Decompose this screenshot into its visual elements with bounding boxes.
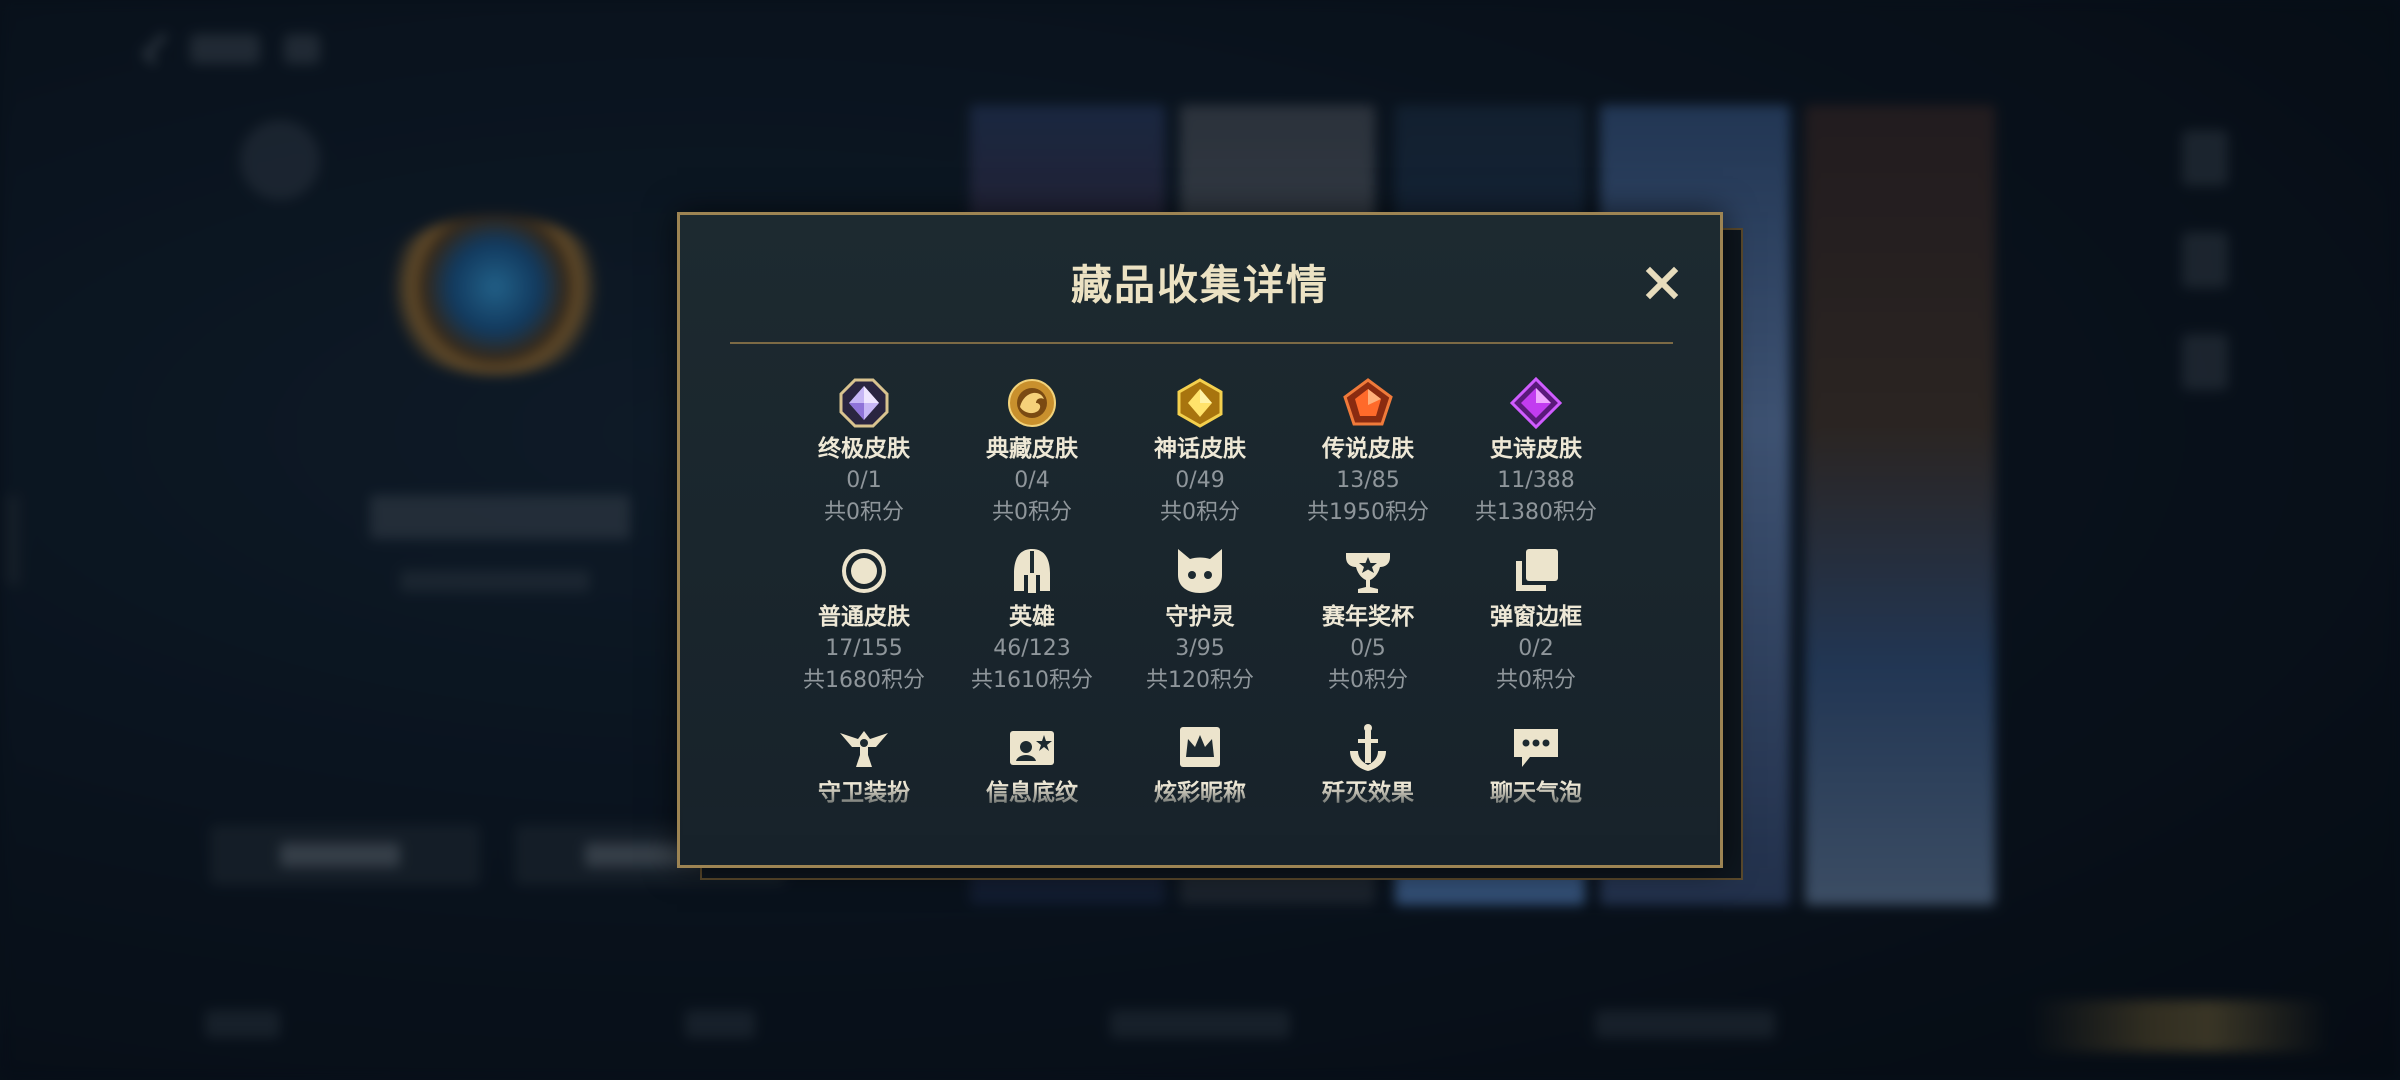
category-standard-skins[interactable]: 普通皮肤 17/155 共1680积分 (780, 543, 948, 697)
category-label: 史诗皮肤 (1490, 436, 1582, 462)
category-label: 守卫装扮 (818, 780, 910, 806)
category-label: 守护灵 (1165, 604, 1235, 630)
category-popup-frames[interactable]: 弹窗边框 0/2 共0积分 (1452, 543, 1620, 697)
ring-icon (836, 543, 892, 599)
category-chat-bubbles[interactable]: 聊天气泡 (1452, 719, 1620, 809)
category-points: 共1380积分 (1475, 500, 1597, 525)
category-guardians[interactable]: 守护灵 3/95 共120积分 (1116, 543, 1284, 697)
category-count: 0/5 (1350, 636, 1386, 661)
close-icon (1645, 266, 1679, 300)
category-count: 0/1 (846, 468, 882, 493)
category-elimination-effects[interactable]: 歼灭效果 (1284, 719, 1452, 809)
orange-pentagon-gem-icon (1340, 375, 1396, 431)
sword-icon (1340, 719, 1396, 775)
close-button[interactable] (1640, 261, 1684, 305)
cat-head-icon (1172, 543, 1228, 599)
collection-grid: 终极皮肤 0/1 共0积分 典藏皮肤 0/4 共0积分 神话皮肤 0/49 共0… (780, 375, 1620, 809)
category-info-banners[interactable]: 信息底纹 (948, 719, 1116, 809)
category-ward-skins[interactable]: 守卫装扮 (780, 719, 948, 809)
category-points: 共120积分 (1146, 668, 1254, 693)
category-legendary-skins[interactable]: 传说皮肤 13/85 共1950积分 (1284, 375, 1452, 529)
category-prestige-skins[interactable]: 典藏皮肤 0/4 共0积分 (948, 375, 1116, 529)
category-points: 共1680积分 (803, 668, 925, 693)
screen: 藏品收集详情 终极皮肤 0/1 共0积分 典藏皮肤 0/4 共0积分 神话皮肤 … (0, 0, 2400, 1080)
category-label: 信息底纹 (986, 780, 1078, 806)
category-season-trophies[interactable]: 赛年奖杯 0/5 共0积分 (1284, 543, 1452, 697)
category-count: 11/388 (1497, 468, 1575, 493)
category-epic-skins[interactable]: 史诗皮肤 11/388 共1380积分 (1452, 375, 1620, 529)
category-label: 炫彩昵称 (1154, 780, 1246, 806)
helmet-icon (1004, 543, 1060, 599)
category-label: 弹窗边框 (1490, 604, 1582, 630)
category-count: 3/95 (1175, 636, 1225, 661)
category-count: 0/49 (1175, 468, 1225, 493)
category-count: 0/2 (1518, 636, 1554, 661)
category-points: 共1950积分 (1307, 500, 1429, 525)
category-label: 英雄 (1009, 604, 1055, 630)
category-count: 17/155 (825, 636, 903, 661)
category-label: 典藏皮肤 (986, 436, 1078, 462)
ward-icon (836, 719, 892, 775)
crown-card-icon (1172, 719, 1228, 775)
category-label: 神话皮肤 (1154, 436, 1246, 462)
category-colorful-nicknames[interactable]: 炫彩昵称 (1116, 719, 1284, 809)
stacked-frames-icon (1508, 543, 1564, 599)
chat-bubble-icon (1508, 719, 1564, 775)
category-points: 共0积分 (1496, 668, 1576, 693)
trophy-icon (1340, 543, 1396, 599)
category-label: 终极皮肤 (818, 436, 910, 462)
dragon-medallion-icon (1004, 375, 1060, 431)
title-divider (730, 342, 1673, 344)
category-points: 共0积分 (1328, 668, 1408, 693)
category-count: 13/85 (1336, 468, 1400, 493)
category-count: 0/4 (1014, 468, 1050, 493)
category-label: 聊天气泡 (1490, 780, 1582, 806)
id-card-icon (1004, 719, 1060, 775)
category-ultimate-skins[interactable]: 终极皮肤 0/1 共0积分 (780, 375, 948, 529)
modal-title: 藏品收集详情 (1071, 261, 1329, 309)
collection-details-modal: 藏品收集详情 终极皮肤 0/1 共0积分 典藏皮肤 0/4 共0积分 神话皮肤 … (677, 212, 1723, 868)
category-label: 歼灭效果 (1322, 780, 1414, 806)
category-label: 赛年奖杯 (1322, 604, 1414, 630)
category-points: 共0积分 (824, 500, 904, 525)
category-champions[interactable]: 英雄 46/123 共1610积分 (948, 543, 1116, 697)
octagon-gem-icon (836, 375, 892, 431)
category-points: 共0积分 (1160, 500, 1240, 525)
category-label: 普通皮肤 (818, 604, 910, 630)
gold-hexagon-gem-icon (1172, 375, 1228, 431)
category-label: 传说皮肤 (1322, 436, 1414, 462)
category-points: 共0积分 (992, 500, 1072, 525)
category-mythic-skins[interactable]: 神话皮肤 0/49 共0积分 (1116, 375, 1284, 529)
category-points: 共1610积分 (971, 668, 1093, 693)
category-count: 46/123 (993, 636, 1071, 661)
purple-diamond-gem-icon (1508, 375, 1564, 431)
